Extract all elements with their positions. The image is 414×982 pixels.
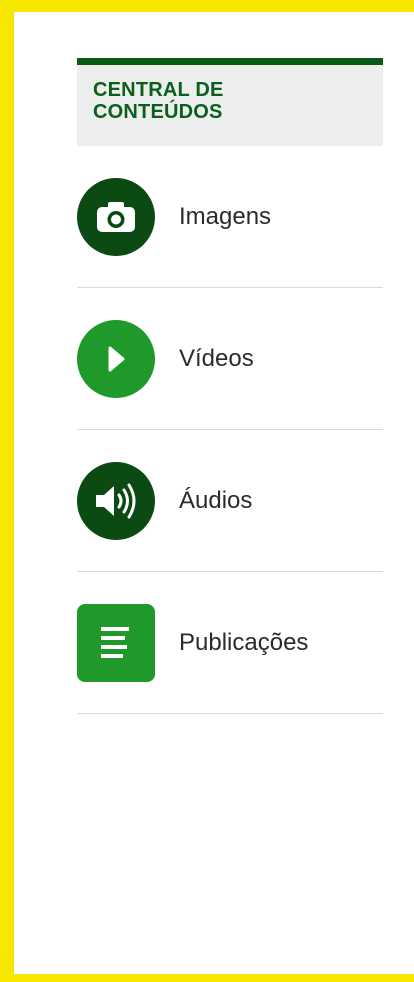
- menu-item-label: Imagens: [179, 202, 272, 230]
- menu-item-imagens[interactable]: Imagens: [77, 146, 383, 288]
- page-frame: CENTRAL DE CONTEÚDOS Imagens Vídeos Áudi…: [14, 12, 414, 974]
- panel-header: CENTRAL DE CONTEÚDOS: [77, 58, 383, 146]
- menu-item-label: Áudios: [179, 486, 253, 514]
- menu-item-label: Publicações: [179, 628, 309, 656]
- panel-title: CENTRAL DE CONTEÚDOS: [93, 79, 224, 123]
- menu-item-audios[interactable]: Áudios: [77, 430, 383, 572]
- speaker-icon: [77, 461, 155, 540]
- content-center-panel: CENTRAL DE CONTEÚDOS Imagens Vídeos Áudi…: [77, 58, 383, 714]
- menu-item-publicacoes[interactable]: Publicações: [77, 572, 383, 714]
- menu-item-videos[interactable]: Vídeos: [77, 288, 383, 430]
- document-icon: [77, 603, 155, 682]
- camera-icon: [77, 177, 155, 256]
- play-icon: [77, 319, 155, 398]
- menu-item-label: Vídeos: [179, 344, 254, 372]
